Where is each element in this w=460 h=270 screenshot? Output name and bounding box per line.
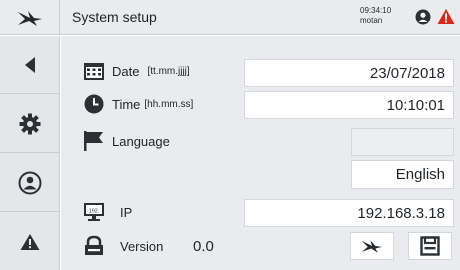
language-row-label: Language: [82, 128, 170, 154]
flag-icon: [82, 130, 106, 152]
version-value: 0.0: [193, 238, 214, 255]
save-button[interactable]: [408, 232, 452, 260]
user-icon[interactable]: [415, 9, 431, 30]
service-icon: [18, 171, 41, 194]
clock-readout: 09:34:10: [360, 6, 392, 15]
motan-logo-icon: [361, 240, 383, 253]
date-field[interactable]: 23/07/2018: [244, 59, 454, 87]
header-bar: System setup 09:34:10 motan: [0, 0, 460, 35]
page-title: System setup: [72, 9, 157, 25]
sidebar-item-service[interactable]: [0, 154, 59, 212]
language-empty-field: [351, 128, 454, 156]
time-row-label: Time [hh.mm.ss]: [82, 91, 193, 117]
alarm-warning-icon[interactable]: [437, 8, 455, 30]
calendar-icon: [82, 60, 106, 82]
ip-label: IP: [120, 204, 133, 220]
ip-row-label: 192. IP: [82, 199, 132, 225]
warning-icon: [20, 234, 39, 250]
language-label: Language: [112, 133, 170, 149]
motan-logo[interactable]: [0, 0, 60, 35]
save-icon: [420, 236, 440, 256]
sidebar: [0, 36, 60, 270]
motan-logo-icon: [17, 10, 42, 26]
ip-monitor-icon: 192.: [82, 201, 106, 223]
time-label: Time: [112, 96, 141, 112]
date-row-label: Date [tt.mm.jjjj]: [82, 59, 190, 83]
version-icon: [82, 235, 106, 257]
ip-field[interactable]: 192.168.3.18: [244, 199, 454, 227]
date-label: Date: [112, 63, 140, 79]
version-row-label: Version: [82, 233, 163, 259]
date-format-hint: [tt.mm.jjjj]: [147, 65, 190, 77]
sidebar-item-back[interactable]: [0, 36, 59, 94]
clock-icon: [82, 93, 106, 115]
time-format-hint: [hh.mm.ss]: [144, 98, 194, 110]
header-status: 09:34:10 motan: [360, 6, 391, 26]
back-arrow-icon: [24, 56, 35, 73]
language-select[interactable]: English: [351, 160, 454, 189]
motan-logo-button[interactable]: [350, 232, 394, 260]
time-field[interactable]: 10:10:01: [244, 91, 454, 119]
sidebar-item-alarms[interactable]: [0, 213, 59, 270]
sidebar-item-settings[interactable]: [0, 95, 59, 153]
gear-icon: [19, 113, 40, 134]
ip-icon-text: 192.: [89, 208, 100, 214]
user-name: motan: [360, 16, 383, 25]
version-label: Version: [120, 238, 164, 254]
